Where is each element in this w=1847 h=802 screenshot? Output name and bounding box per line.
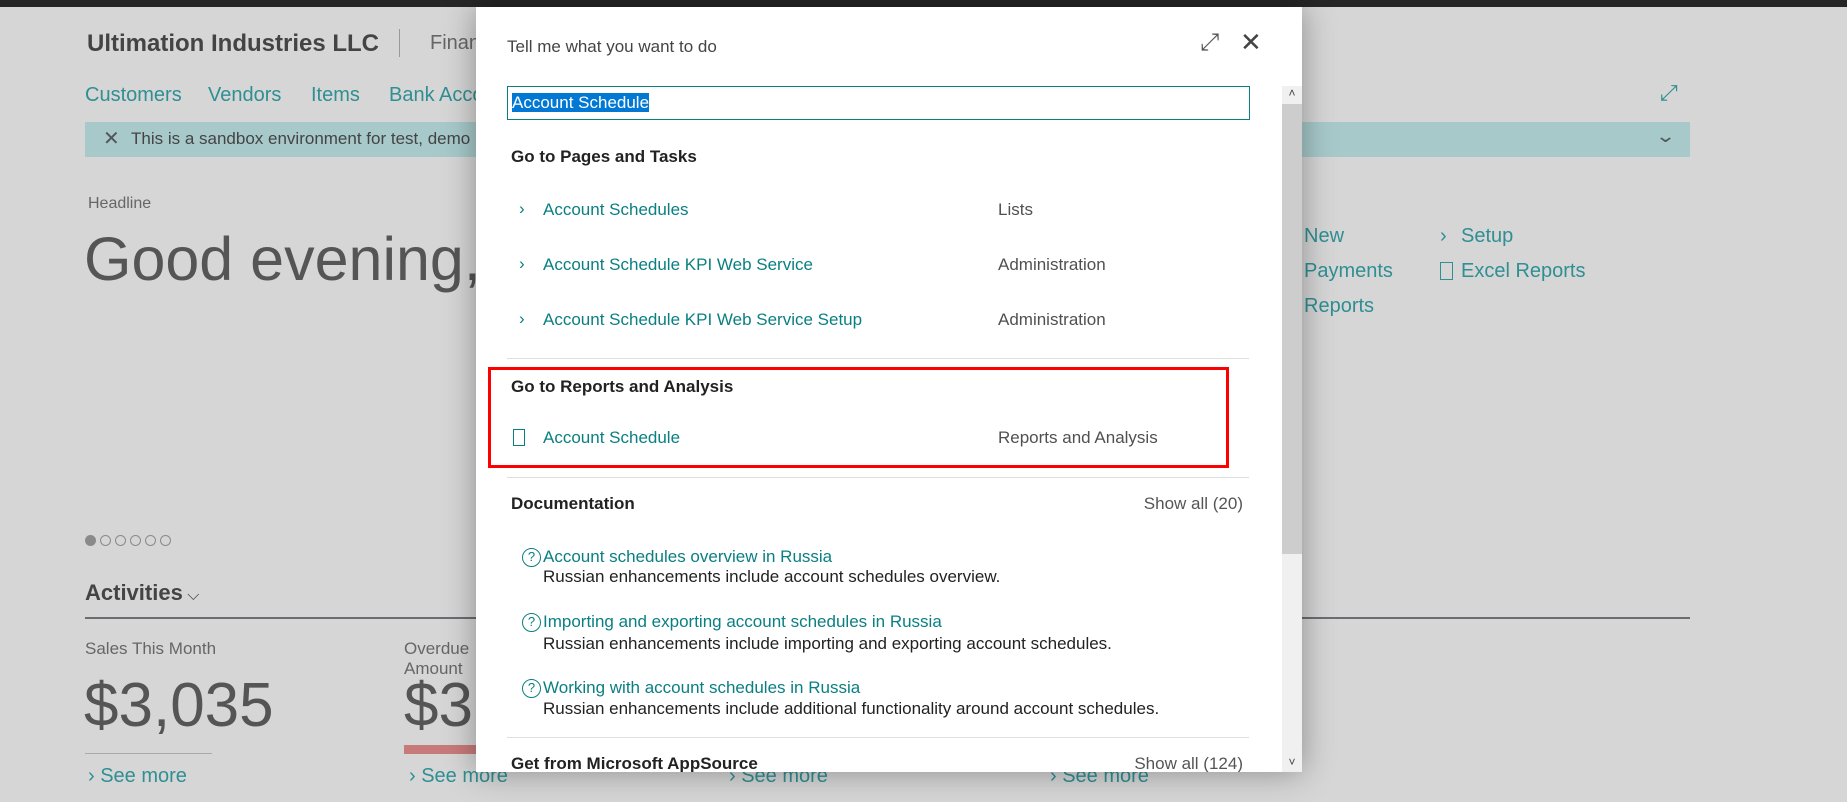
page-result-category: Lists	[998, 200, 1033, 219]
scrollbar-thumb[interactable]	[1282, 104, 1302, 554]
banner-text: This is a sandbox environment for test, …	[131, 129, 471, 148]
title-divider	[399, 29, 400, 57]
chevron-right-icon: ›	[519, 254, 525, 273]
overdue-indicator-bar	[404, 745, 484, 754]
carousel-dots[interactable]	[85, 533, 175, 551]
carousel-dot[interactable]	[130, 535, 141, 546]
page-result-link[interactable]: Account Schedule KPI Web Service Setup	[543, 310, 862, 330]
action-setup[interactable]: Setup	[1461, 225, 1513, 248]
doc-link[interactable]: Importing and exporting account schedule…	[543, 612, 942, 632]
nav-items[interactable]: Items	[311, 84, 360, 107]
action-excel-reports[interactable]: Excel Reports	[1461, 260, 1586, 283]
activities-title: Activities	[85, 580, 183, 605]
doc-description: Russian enhancements include additional …	[543, 699, 1160, 718]
action-reports[interactable]: Reports	[1304, 295, 1374, 318]
report-result-link[interactable]: Account Schedule	[543, 428, 680, 448]
carousel-dot[interactable]	[115, 535, 126, 546]
help-icon: ?	[522, 613, 541, 632]
page-result-link[interactable]: Account Schedule KPI Web Service	[543, 255, 813, 275]
appsource-heading: Get from Microsoft AppSource	[511, 754, 758, 772]
carousel-dot[interactable]	[160, 535, 171, 546]
headline-label: Headline	[88, 195, 152, 212]
search-input[interactable]: Account Schedule	[507, 86, 1250, 120]
see-more-link[interactable]: › See more	[88, 765, 187, 788]
close-icon[interactable]: ✕	[103, 126, 120, 151]
help-icon: ?	[522, 548, 541, 567]
docs-heading: Documentation	[511, 494, 635, 513]
maximize-icon[interactable]: ⤢	[1200, 29, 1219, 57]
doc-description: Russian enhancements include account sch…	[543, 567, 1001, 586]
nav-customers[interactable]: Customers	[85, 84, 182, 107]
doc-description: Russian enhancements include importing a…	[543, 634, 1112, 653]
report-icon	[1440, 262, 1453, 280]
chevron-down-icon[interactable]: ⌄	[1655, 126, 1676, 147]
company-name[interactable]: Ultimation Industries LLC	[87, 30, 379, 58]
nav-vendors[interactable]: Vendors	[208, 84, 281, 107]
chevron-right-icon: ›	[519, 309, 525, 328]
divider	[507, 358, 1249, 359]
pages-heading: Go to Pages and Tasks	[511, 147, 697, 166]
page-result-category: Administration	[998, 255, 1106, 274]
expand-icon[interactable]: ⤢	[1660, 80, 1678, 106]
tile-value[interactable]: $3,035	[84, 670, 274, 741]
tile-label: Sales This Month	[85, 639, 217, 658]
help-icon: ?	[522, 679, 541, 698]
chevron-right-icon: ›	[519, 199, 525, 218]
report-icon	[513, 429, 525, 446]
scroll-down-icon[interactable]: ˅	[1282, 755, 1302, 769]
doc-link[interactable]: Working with account schedules in Russia	[543, 678, 860, 698]
tell-me-dialog: Tell me what you want to do ⤢ ✕ Account …	[476, 7, 1302, 772]
tile-label-line1: Overdue	[404, 639, 470, 658]
dialog-title: Tell me what you want to do	[507, 37, 717, 56]
docs-show-all[interactable]: Show all (20)	[1144, 494, 1243, 514]
action-payments[interactable]: Payments	[1304, 260, 1393, 283]
carousel-dot-active[interactable]	[85, 535, 96, 546]
scrollbar[interactable]: ˄	[1282, 86, 1302, 772]
search-input-value: Account Schedule	[512, 93, 650, 112]
page-result-category: Administration	[998, 310, 1106, 329]
carousel-dot[interactable]	[100, 535, 111, 546]
doc-link[interactable]: Account schedules overview in Russia	[543, 547, 832, 567]
appsource-show-all[interactable]: Show all (124)	[1134, 754, 1243, 772]
carousel-dot[interactable]	[145, 535, 156, 546]
reports-heading: Go to Reports and Analysis	[511, 377, 734, 396]
tile-value[interactable]: $3	[404, 670, 473, 741]
page-result-link[interactable]: Account Schedules	[543, 200, 689, 220]
tile-underline	[85, 753, 212, 754]
report-result-category: Reports and Analysis	[998, 428, 1158, 447]
scroll-up-icon[interactable]: ˄	[1282, 86, 1302, 104]
action-new[interactable]: New	[1304, 225, 1344, 248]
chevron-right-icon: ›	[1440, 225, 1447, 247]
divider	[507, 737, 1249, 738]
role-center-name: Finan	[430, 32, 481, 54]
divider	[507, 477, 1249, 478]
window-top-bar	[0, 0, 1847, 7]
close-icon[interactable]: ✕	[1240, 27, 1262, 58]
headline-greeting: Good evening,	[84, 225, 481, 293]
nav-bank-accounts[interactable]: Bank Acco	[389, 84, 484, 107]
chevron-down-icon: ⌵	[182, 587, 200, 604]
activities-heading[interactable]: Activities ⌵	[85, 580, 199, 606]
